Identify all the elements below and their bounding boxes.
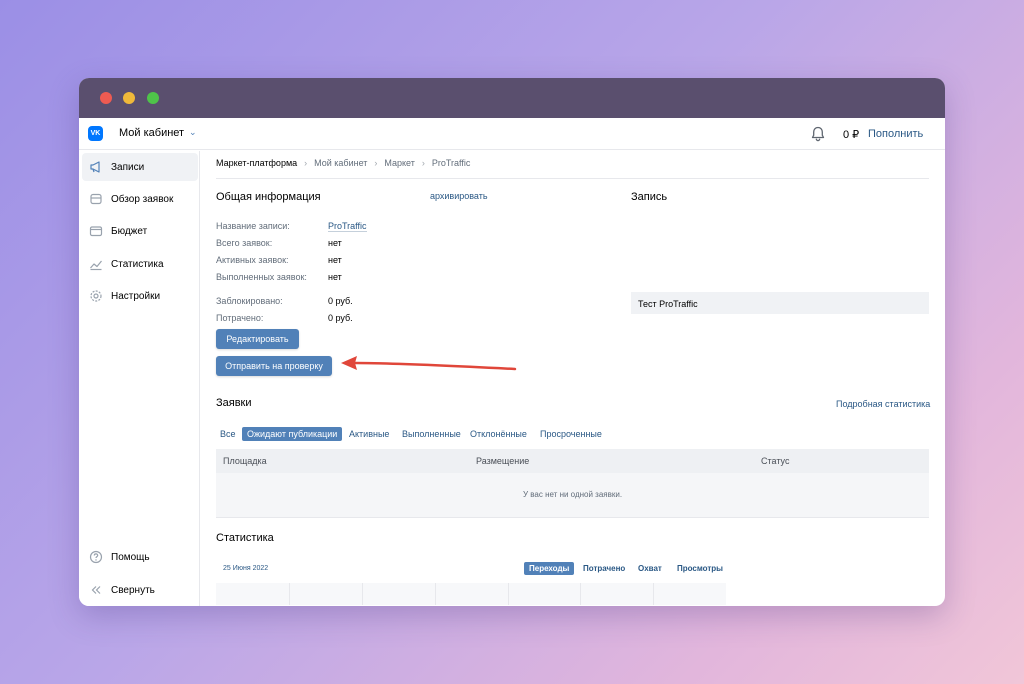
chart-gridline — [289, 583, 290, 605]
double-chevron-left-icon — [91, 586, 101, 594]
tab-all[interactable]: Все — [220, 427, 236, 441]
record-name-link[interactable]: ProTraffic — [328, 221, 367, 232]
vk-logo-icon[interactable]: VK — [88, 126, 103, 141]
field-label: Всего заявок: — [216, 238, 273, 248]
tab-active[interactable]: Активные — [349, 427, 389, 441]
record-title: Запись — [631, 191, 668, 203]
sidebar-item-label: Бюджет — [111, 226, 148, 237]
sidebar-item-help[interactable]: Помощь — [82, 543, 198, 571]
chart-gridline — [435, 583, 436, 605]
requests-table-header: Площадка Размещение Статус — [216, 449, 929, 473]
sidebar-item-label: Обзор заявок — [111, 194, 174, 205]
metric-tab-clicks[interactable]: Переходы — [524, 562, 575, 575]
field-value: нет — [328, 272, 342, 282]
breadcrumb-item[interactable]: Маркет-платформа — [216, 158, 297, 168]
statistics-title: Статистика — [216, 532, 274, 544]
tab-completed[interactable]: Выполненные — [402, 427, 461, 441]
breadcrumb-item[interactable]: ProTraffic — [432, 158, 471, 168]
sidebar-collapse[interactable]: Свернуть — [82, 576, 198, 604]
chart-gridline — [580, 583, 581, 605]
app-window: VK Мой кабинет ⌄ 0 ₽ Пополнить Записи Об… — [79, 78, 945, 606]
top-bar: VK Мой кабинет ⌄ 0 ₽ Пополнить — [79, 118, 945, 150]
field-label: Активных заявок: — [216, 255, 289, 265]
tab-awaiting-publication[interactable]: Ожидают публикации — [242, 427, 343, 441]
divider — [216, 178, 929, 179]
annotation-arrow — [341, 356, 517, 371]
close-window-button[interactable] — [100, 92, 112, 104]
gear-icon — [90, 290, 102, 302]
chevron-down-icon[interactable]: ⌄ — [189, 127, 197, 138]
field-label: Название записи: — [216, 221, 290, 231]
field-label: Потрачено: — [216, 313, 264, 323]
empty-state-text: У вас нет ни одной заявки. — [522, 490, 623, 499]
requests-table-body: У вас нет ни одной заявки. — [216, 473, 929, 518]
chart-icon — [90, 260, 102, 271]
chart-gridline — [653, 583, 654, 605]
help-label: Помощь — [111, 552, 150, 563]
statistics-chart — [216, 583, 726, 605]
collapse-label: Свернуть — [111, 585, 155, 596]
submit-review-button[interactable]: Отправить на проверку — [216, 356, 332, 376]
metric-tab-spent[interactable]: Потрачено — [583, 562, 625, 575]
field-value: нет — [328, 238, 342, 248]
field-value: 0 руб. — [328, 313, 353, 323]
archive-icon — [90, 193, 102, 205]
edit-button[interactable]: Редактировать — [216, 329, 299, 349]
sidebar-item-label: Записи — [111, 162, 145, 173]
metric-tab-views[interactable]: Просмотры — [677, 562, 723, 575]
sidebar-item-settings[interactable]: Настройки — [82, 282, 198, 310]
sidebar: Записи Обзор заявок Бюджет Статистика На… — [79, 151, 200, 606]
sidebar-item-records[interactable]: Записи — [82, 153, 198, 181]
chart-gridline — [362, 583, 363, 605]
requests-title: Заявки — [216, 397, 252, 409]
breadcrumb-item[interactable]: Маркет — [384, 158, 414, 168]
sidebar-item-statistics[interactable]: Статистика — [82, 250, 198, 278]
sidebar-item-label: Настройки — [111, 291, 161, 302]
field-value: нет — [328, 255, 342, 265]
balance-amount: 0 ₽ — [843, 129, 860, 141]
column-header[interactable]: Статус — [761, 456, 789, 466]
cabinet-title[interactable]: Мой кабинет — [119, 127, 184, 139]
wallet-icon — [89, 226, 103, 237]
general-info-title: Общая информация — [216, 191, 321, 203]
bell-icon[interactable] — [811, 126, 825, 142]
chevron-right-icon: › — [421, 158, 425, 168]
tab-rejected[interactable]: Отклонённые — [470, 427, 527, 441]
field-label: Заблокировано: — [216, 296, 283, 306]
main-content: Маркет-платформа › Мой кабинет › Маркет › ProT… — [201, 151, 945, 606]
breadcrumb-item[interactable]: Мой кабинет — [314, 158, 367, 168]
metric-tab-reach[interactable]: Охват — [638, 562, 662, 575]
archive-link[interactable]: архивировать — [430, 191, 488, 201]
field-value: 0 руб. — [328, 296, 353, 306]
minimize-window-button[interactable] — [123, 92, 135, 104]
record-text: Тест ProTraffic — [638, 299, 698, 309]
record-preview: Тест ProTraffic — [631, 292, 929, 314]
column-header[interactable]: Размещение — [476, 456, 529, 466]
sidebar-item-label: Статистика — [111, 259, 164, 270]
help-icon — [89, 550, 103, 564]
statistics-date[interactable]: 25 Июня 2022 — [223, 565, 268, 572]
megaphone-icon — [90, 161, 100, 173]
window-titlebar — [79, 78, 945, 118]
sidebar-item-requests-overview[interactable]: Обзор заявок — [82, 185, 198, 213]
column-header[interactable]: Площадка — [223, 456, 267, 466]
field-label: Выполненных заявок: — [216, 272, 307, 282]
maximize-window-button[interactable] — [147, 92, 159, 104]
tab-overdue[interactable]: Просроченные — [540, 427, 602, 441]
chart-gridline — [508, 583, 509, 605]
chevron-right-icon: › — [304, 158, 308, 168]
detailed-statistics-link[interactable]: Подробная статистика — [836, 399, 930, 409]
chevron-right-icon: › — [374, 158, 378, 168]
breadcrumb: Маркет-платформа › Мой кабинет › Маркет › ProT… — [216, 158, 470, 168]
topup-link[interactable]: Пополнить — [868, 128, 923, 140]
sidebar-item-budget[interactable]: Бюджет — [82, 217, 198, 245]
